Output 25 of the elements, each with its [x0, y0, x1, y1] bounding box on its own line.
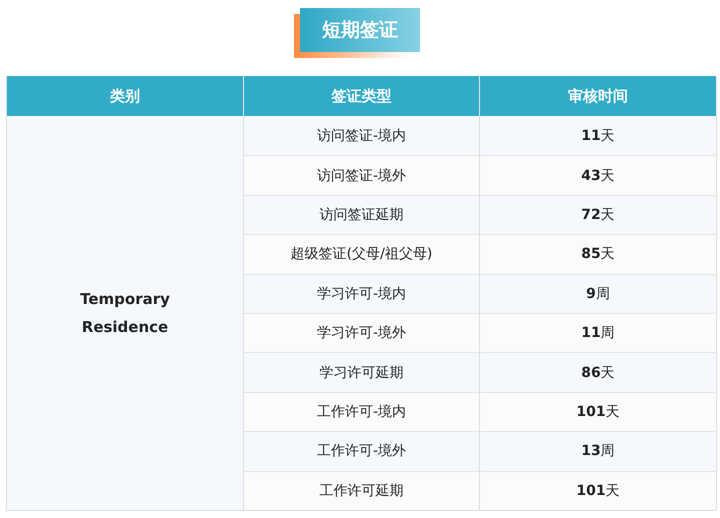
- section-title: 短期签证: [300, 8, 420, 52]
- table-cell: 工作许可-境外: [244, 431, 480, 471]
- table-cell: 101天: [480, 470, 717, 510]
- table-cell: 86天: [480, 352, 717, 392]
- table-cell: 学习许可-境内: [244, 274, 480, 313]
- table-cell: 超级签证(父母/祖父母): [244, 234, 480, 274]
- table-cell: 43天: [480, 155, 717, 195]
- column-header: 签证类型: [244, 76, 480, 116]
- table-cell: 11周: [480, 312, 717, 352]
- column-header: 审核时间: [480, 76, 717, 116]
- table-cell: 工作许可延期: [244, 470, 480, 510]
- table-cell: 13周: [480, 431, 717, 471]
- table-cell: 访问签证-境外: [244, 155, 480, 195]
- table-cell: 11天: [480, 116, 717, 156]
- table-cell: 访问签证-境内: [244, 116, 480, 156]
- table-cell: 101天: [480, 392, 717, 432]
- table-cell: 9周: [480, 274, 717, 313]
- table-cell: 访问签证延期: [244, 194, 480, 234]
- table-cell: 72天: [480, 194, 717, 234]
- table-cell: 学习许可-境外: [244, 312, 480, 352]
- column-header: 类别: [7, 76, 244, 116]
- category-text: Temporary Residence: [79, 288, 171, 338]
- table-cell: 85天: [480, 234, 717, 274]
- table-cell: 工作许可-境内: [244, 392, 480, 432]
- table-cell: 学习许可延期: [244, 352, 480, 392]
